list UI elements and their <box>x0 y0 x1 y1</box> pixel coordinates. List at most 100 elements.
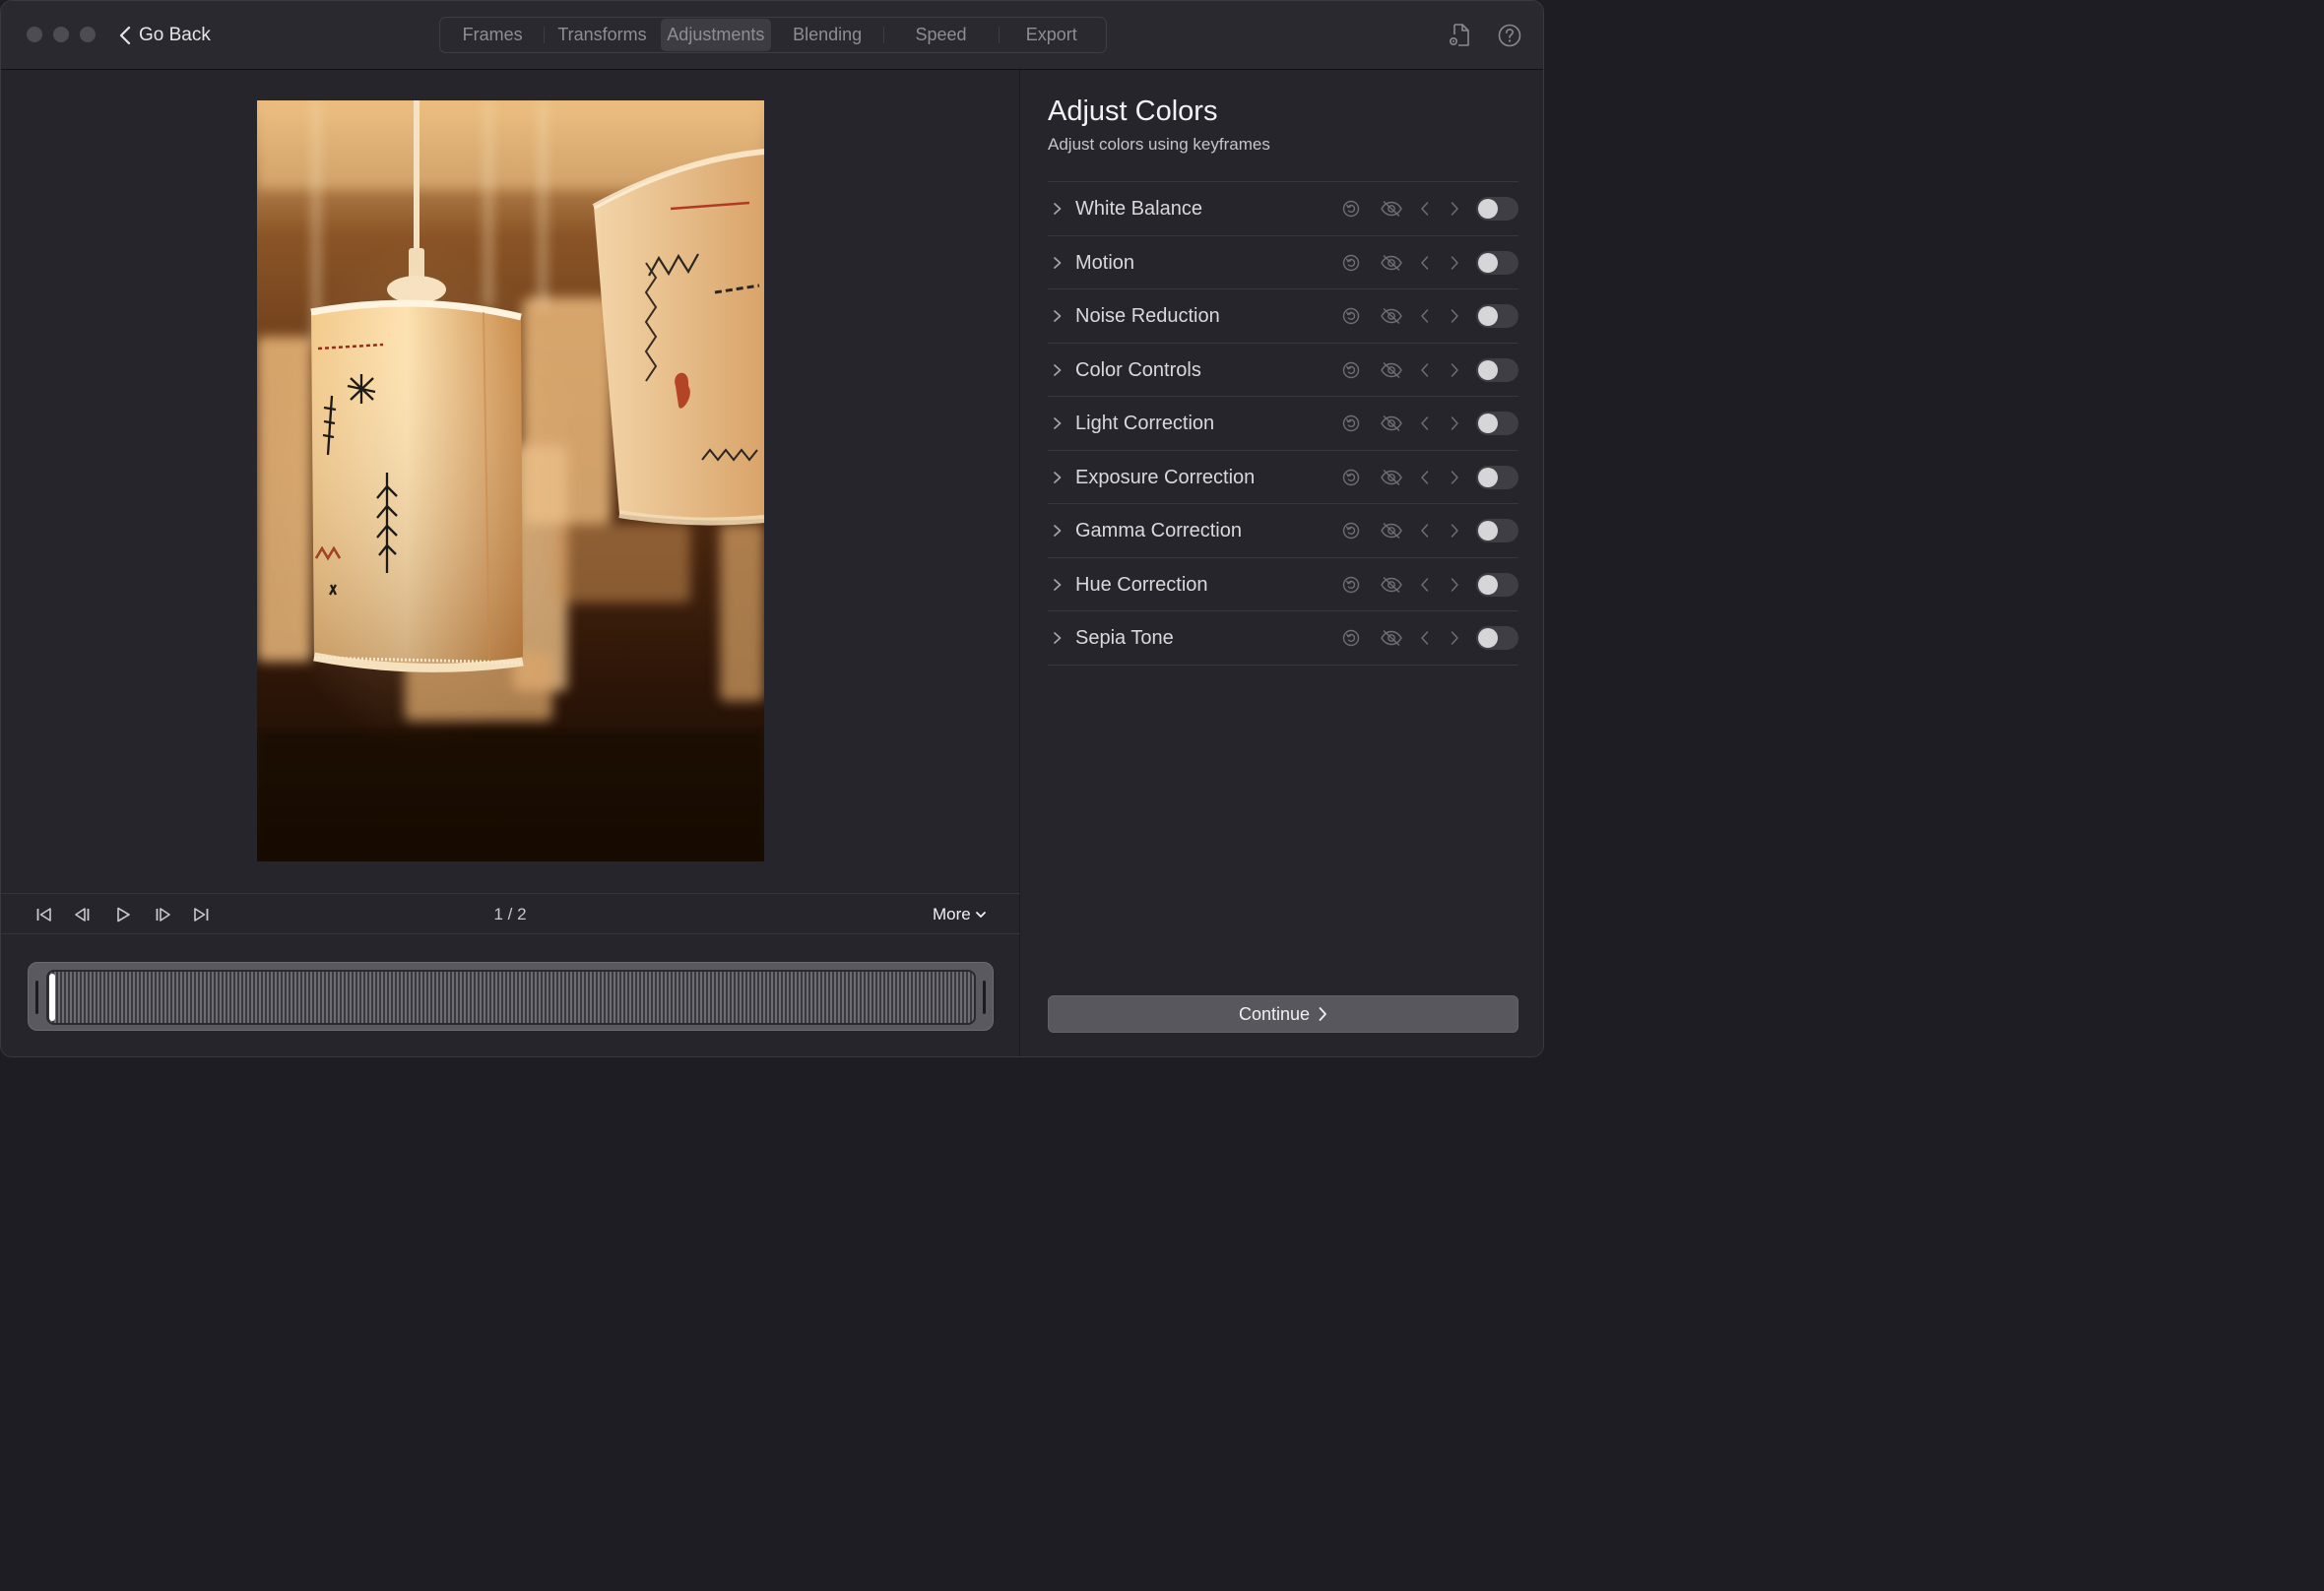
step-back-button[interactable] <box>72 904 94 925</box>
close-window-button[interactable] <box>27 27 42 42</box>
reset-icon[interactable] <box>1340 252 1362 274</box>
tab-blending[interactable]: Blending <box>771 19 883 51</box>
previous-keyframe-icon[interactable] <box>1414 627 1436 649</box>
timeline-scrubber[interactable] <box>28 962 994 1031</box>
reset-icon[interactable] <box>1340 467 1362 488</box>
enable-toggle[interactable] <box>1476 250 1518 275</box>
playhead[interactable] <box>49 974 55 1021</box>
visibility-hidden-icon[interactable] <box>1379 198 1404 220</box>
next-keyframe-icon[interactable] <box>1444 520 1465 541</box>
adjustment-label: Hue Correction <box>1075 573 1208 596</box>
skip-to-end-icon <box>194 908 209 922</box>
next-keyframe-icon[interactable] <box>1444 574 1465 596</box>
enable-toggle[interactable] <box>1476 304 1518 328</box>
next-keyframe-icon[interactable] <box>1444 305 1465 327</box>
toggle-knob <box>1478 628 1498 648</box>
visibility-hidden-icon[interactable] <box>1379 413 1404 434</box>
next-keyframe-icon[interactable] <box>1444 359 1465 381</box>
skip-to-start-button[interactable] <box>33 904 55 925</box>
visibility-hidden-icon[interactable] <box>1379 467 1404 488</box>
adjustment-label: Motion <box>1075 251 1135 274</box>
skip-to-end-button[interactable] <box>190 904 212 925</box>
go-back-button[interactable]: Go Back <box>117 21 211 50</box>
previous-keyframe-icon[interactable] <box>1414 413 1436 434</box>
next-keyframe-icon[interactable] <box>1444 467 1465 488</box>
adjustment-label: Color Controls <box>1075 358 1201 381</box>
enable-toggle[interactable] <box>1476 197 1518 221</box>
reset-icon[interactable] <box>1340 627 1362 649</box>
document-settings-icon <box>1450 24 1469 46</box>
expand-chevron-icon[interactable] <box>1052 199 1064 219</box>
enable-toggle[interactable] <box>1476 572 1518 597</box>
reset-icon[interactable] <box>1340 198 1362 220</box>
reset-icon[interactable] <box>1340 305 1362 327</box>
previous-keyframe-icon[interactable] <box>1414 359 1436 381</box>
adjustment-row-exposure-correction: Exposure Correction <box>1048 451 1518 504</box>
expand-chevron-icon[interactable] <box>1052 575 1064 595</box>
more-menu-button[interactable]: More <box>933 904 987 925</box>
next-keyframe-icon[interactable] <box>1444 198 1465 220</box>
previous-keyframe-icon[interactable] <box>1414 305 1436 327</box>
toggle-knob <box>1478 306 1498 326</box>
expand-chevron-icon[interactable] <box>1052 253 1064 273</box>
segmented-tabs: Frames Transforms Adjustments Blending S… <box>439 17 1107 53</box>
visibility-hidden-icon[interactable] <box>1379 305 1404 327</box>
enable-toggle[interactable] <box>1476 357 1518 382</box>
enable-toggle[interactable] <box>1476 465 1518 489</box>
adjustment-row-light-correction: Light Correction <box>1048 397 1518 451</box>
enable-toggle[interactable] <box>1476 626 1518 650</box>
adjustment-label: Exposure Correction <box>1075 466 1256 488</box>
expand-chevron-icon[interactable] <box>1052 468 1064 487</box>
document-settings-button[interactable] <box>1445 21 1474 50</box>
previous-keyframe-icon[interactable] <box>1414 520 1436 541</box>
help-button[interactable] <box>1495 21 1524 50</box>
panel-subtitle: Adjust colors using keyframes <box>1048 135 1270 154</box>
adjustment-row-color-controls: Color Controls <box>1048 344 1518 397</box>
more-label: More <box>933 905 971 923</box>
visibility-hidden-icon[interactable] <box>1379 627 1404 649</box>
toggle-knob <box>1478 252 1498 273</box>
enable-toggle[interactable] <box>1476 519 1518 542</box>
expand-chevron-icon[interactable] <box>1052 628 1064 648</box>
continue-button[interactable]: Continue <box>1048 995 1518 1033</box>
toggle-knob <box>1478 414 1498 433</box>
previous-keyframe-icon[interactable] <box>1414 574 1436 596</box>
reset-icon[interactable] <box>1340 359 1362 381</box>
chevron-down-icon <box>975 912 986 918</box>
adjustment-row-hue-correction: Hue Correction <box>1048 558 1518 611</box>
step-forward-button[interactable] <box>152 904 173 925</box>
adjustments-list: White Balance Motion Noise Reduction Color … <box>1048 181 1518 666</box>
zoom-window-button[interactable] <box>80 27 96 42</box>
enable-toggle[interactable] <box>1476 412 1518 435</box>
timeline-track[interactable] <box>46 970 976 1025</box>
previous-keyframe-icon[interactable] <box>1414 198 1436 220</box>
expand-chevron-icon[interactable] <box>1052 360 1064 380</box>
previous-keyframe-icon[interactable] <box>1414 467 1436 488</box>
play-button[interactable] <box>112 904 134 925</box>
next-keyframe-icon[interactable] <box>1444 413 1465 434</box>
tab-export[interactable]: Export <box>998 19 1105 51</box>
tab-adjustments[interactable]: Adjustments <box>660 19 771 51</box>
next-keyframe-icon[interactable] <box>1444 627 1465 649</box>
expand-chevron-icon[interactable] <box>1052 306 1064 326</box>
visibility-hidden-icon[interactable] <box>1379 359 1404 381</box>
minimize-window-button[interactable] <box>53 27 69 42</box>
reset-icon[interactable] <box>1340 413 1362 434</box>
tab-frames[interactable]: Frames <box>441 19 544 51</box>
expand-chevron-icon[interactable] <box>1052 414 1064 433</box>
timeline-right-handle[interactable] <box>983 981 986 1014</box>
next-keyframe-icon[interactable] <box>1444 252 1465 274</box>
visibility-hidden-icon[interactable] <box>1379 574 1404 596</box>
preview-image <box>257 100 764 861</box>
visibility-hidden-icon[interactable] <box>1379 520 1404 541</box>
reset-icon[interactable] <box>1340 574 1362 596</box>
tab-speed[interactable]: Speed <box>883 19 998 51</box>
reset-icon[interactable] <box>1340 520 1362 541</box>
adjustment-row-sepia-tone: Sepia Tone <box>1048 611 1518 666</box>
visibility-hidden-icon[interactable] <box>1379 252 1404 274</box>
expand-chevron-icon[interactable] <box>1052 521 1064 541</box>
adjustment-label: Sepia Tone <box>1075 627 1174 649</box>
timeline-left-handle[interactable] <box>35 981 38 1014</box>
previous-keyframe-icon[interactable] <box>1414 252 1436 274</box>
tab-transforms[interactable]: Transforms <box>544 19 660 51</box>
